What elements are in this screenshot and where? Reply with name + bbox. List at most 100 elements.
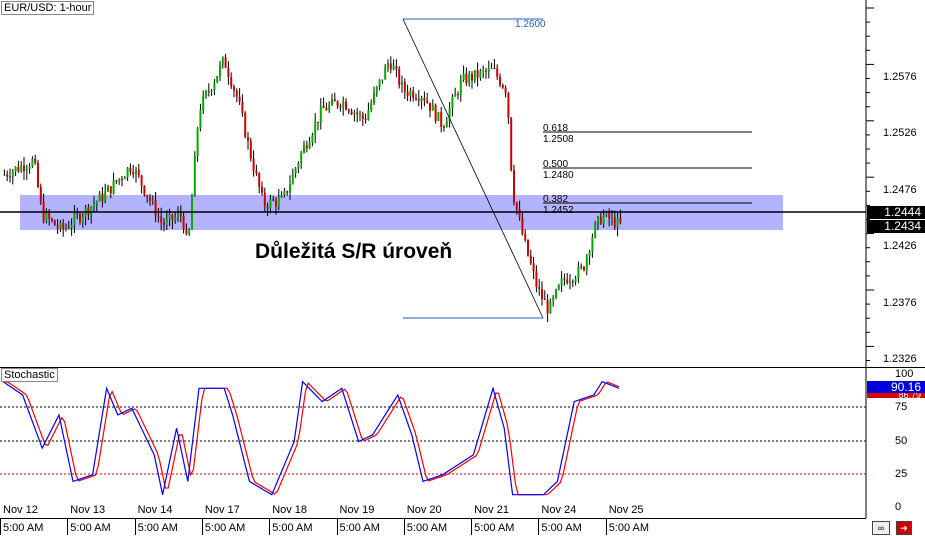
candle: [314, 121, 317, 136]
candle: [415, 98, 417, 100]
candle: [342, 101, 345, 108]
candle: [241, 101, 244, 114]
candle: [331, 98, 333, 105]
candle: [308, 142, 311, 149]
candle: [476, 70, 479, 78]
candle: [300, 152, 303, 164]
date-label: Nov 12: [3, 504, 38, 516]
stoch-k-tag: 90.16: [867, 381, 925, 394]
candle: [367, 110, 370, 120]
link-icon[interactable]: ∞: [872, 521, 890, 535]
time-label: 5:00 AM: [541, 522, 582, 534]
time-tick: [336, 519, 338, 535]
candle: [174, 217, 177, 221]
candle: [31, 158, 34, 167]
candle: [157, 216, 160, 218]
candle: [6, 174, 9, 177]
fib-trend-line: [402, 18, 544, 319]
candle: [557, 284, 560, 290]
candle: [384, 66, 387, 80]
candle: [20, 165, 23, 172]
candle: [515, 202, 518, 210]
price-tick: 1.2326: [883, 353, 917, 365]
price-chart[interactable]: [0, 0, 925, 368]
candle: [361, 113, 364, 120]
stoch-tick: 100: [895, 368, 914, 380]
candle: [429, 102, 431, 111]
date-label: Nov 20: [406, 504, 442, 516]
candle: [356, 112, 359, 115]
candle: [311, 135, 314, 143]
candle: [252, 158, 255, 172]
candle: [325, 107, 328, 111]
fib-ratio: 0.500: [543, 159, 569, 170]
fib-ratio: 0.618: [543, 123, 569, 134]
candle: [132, 171, 135, 175]
candle: [485, 70, 487, 72]
candle: [420, 98, 423, 101]
candle: [25, 168, 28, 172]
candle: [146, 194, 149, 198]
candle: [115, 180, 118, 182]
candle: [123, 177, 126, 180]
candle: [322, 105, 325, 108]
time-label: 5:00 AM: [3, 522, 44, 534]
candle: [207, 91, 210, 93]
stoch-tick: 25: [895, 467, 908, 480]
candle: [359, 113, 361, 115]
candle: [188, 229, 191, 235]
candle: [9, 176, 11, 178]
candle: [107, 186, 109, 192]
candle: [378, 79, 381, 87]
candle: [126, 167, 129, 178]
candle: [440, 112, 443, 127]
candle: [98, 193, 101, 202]
candle: [45, 212, 48, 222]
candle: [333, 98, 336, 102]
candle: [87, 207, 90, 215]
date-label: Nov 17: [204, 504, 240, 516]
date-label: Nov 24: [541, 504, 577, 516]
price-tick: 1.2576: [883, 71, 917, 83]
candle: [563, 278, 566, 280]
candle: [381, 79, 384, 81]
time-tick: [67, 519, 69, 535]
candle: [202, 95, 205, 111]
candle: [389, 63, 392, 70]
candle: [263, 192, 266, 207]
candle: [319, 105, 322, 123]
candle: [594, 222, 597, 238]
candle: [395, 66, 398, 69]
candle: [221, 57, 224, 65]
candle: [490, 68, 493, 70]
candle: [34, 158, 37, 163]
candle: [182, 215, 185, 230]
candle: [59, 222, 62, 229]
candle: [160, 216, 163, 223]
candle: [294, 168, 297, 174]
candle: [510, 117, 513, 171]
stoch-title: Stochastic: [1, 368, 58, 382]
stochastic-chart[interactable]: [0, 368, 925, 518]
candle: [426, 100, 429, 103]
time-label: 5:00 AM: [204, 522, 246, 534]
candle: [496, 68, 499, 77]
candle: [541, 289, 543, 300]
candle: [538, 287, 541, 290]
candle: [238, 96, 241, 102]
time-label: 5:00 AM: [272, 522, 313, 534]
candle: [479, 70, 482, 78]
time-tick: [134, 519, 136, 535]
bid-price-tag: 1.2444: [867, 206, 925, 219]
candle: [73, 213, 76, 226]
candle: [529, 255, 532, 264]
candle: [193, 155, 196, 197]
candle: [65, 227, 67, 230]
time-label: 5:00 AM: [406, 522, 448, 534]
candle: [501, 85, 504, 88]
time-tick: [201, 519, 203, 535]
time-label: 5:00 AM: [608, 522, 650, 534]
candle: [140, 175, 143, 186]
scroll-end-icon[interactable]: ➜: [896, 521, 912, 535]
time-tick: [0, 519, 1, 535]
